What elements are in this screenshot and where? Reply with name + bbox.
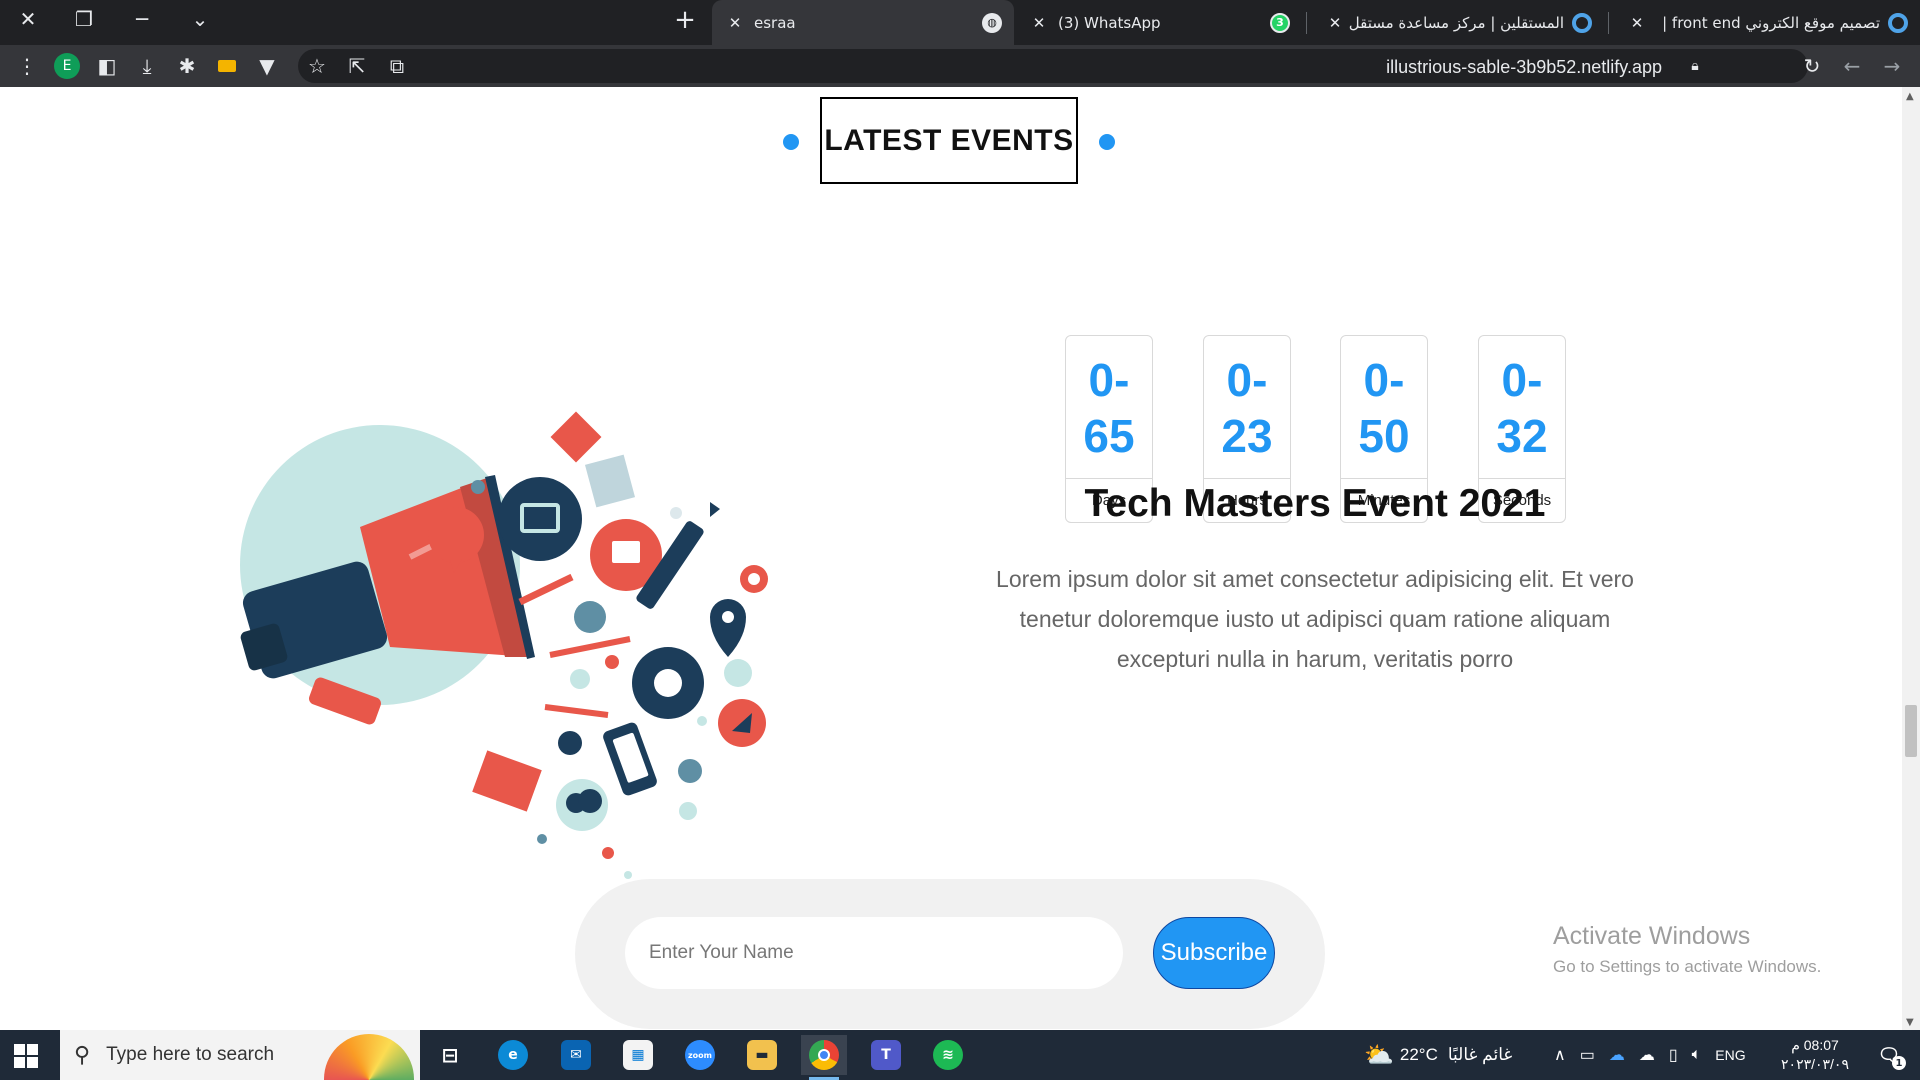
search-placeholder: Type here to search — [106, 1044, 275, 1065]
translate-icon[interactable]: ⧉ — [382, 51, 412, 81]
download-icon[interactable]: ⤓ — [132, 51, 162, 81]
page-viewport: LATEST EVENTS 0- 65 Days 0- 23 Hours 0- … — [0, 87, 1902, 1030]
title-decor-dot — [1099, 134, 1115, 150]
close-tab-icon[interactable]: ✕ — [724, 14, 746, 32]
mail-icon[interactable]: ✉ — [553, 1035, 599, 1075]
battery-icon[interactable]: ▭ — [1580, 1045, 1595, 1065]
close-tab-icon[interactable]: ✕ — [1626, 14, 1648, 32]
mostaql-icon — [1888, 12, 1908, 33]
taskbar-search[interactable]: ⚲ Type here to search — [60, 1030, 420, 1080]
tab-title: المستقلين | مركز مساعدة مستقل — [1348, 13, 1564, 32]
tab-whatsapp[interactable]: ✕ (3) WhatsApp 3 — [1016, 0, 1302, 45]
show-hidden-icons-chevron-icon[interactable]: ∧ — [1554, 1045, 1566, 1065]
weather-widget[interactable]: ⛅ 22°C غائم غالبًا — [1364, 1030, 1512, 1080]
task-view-icon[interactable]: ⊟ — [427, 1035, 473, 1075]
clock-time: 08:07 م — [1791, 1037, 1839, 1053]
countdown-value: 0- 23 — [1221, 354, 1273, 462]
bookmark-star-icon[interactable]: ☆ — [302, 51, 332, 81]
back-arrow-icon[interactable]: ← — [1837, 51, 1867, 81]
tab-separator — [1306, 12, 1307, 34]
cloudy-weather-icon: ⛅ — [1364, 1041, 1394, 1069]
windows-taskbar: ⚲ Type here to search ⊟ e ✉ ▦ zoom ▬ T ≋… — [0, 1030, 1920, 1080]
subscribe-button[interactable]: Subscribe — [1153, 917, 1275, 989]
close-tab-icon[interactable]: ✕ — [1028, 14, 1050, 32]
reload-icon[interactable]: ↻ — [1797, 51, 1827, 81]
browser-tab-bar: ✕ ❐ ─ ⌄ + ✕ esraa ◍ ✕ (3) WhatsApp 3 ✕ ا… — [0, 0, 1920, 45]
phone-link-icon[interactable]: ▯ — [1669, 1045, 1678, 1065]
title-decor-dot — [783, 134, 799, 150]
megaphone-illustration — [240, 411, 768, 879]
mostaql-icon — [1572, 12, 1592, 33]
url-text[interactable]: illustrious-sable-3b9b52.netlify.app — [1386, 57, 1662, 78]
profile-avatar[interactable]: E — [54, 53, 80, 79]
system-tray: ∧ ▭ ☁ ☁ ▯ 🔈︎ ENG — [1554, 1030, 1746, 1080]
taskbar-clock[interactable]: 08:07 م ٢٠٢٣/٠٣/٠٩ — [1770, 1036, 1860, 1074]
address-bar[interactable]: ☆ ⇱ ⧉ illustrious-sable-3b9b52.netlify.a… — [298, 49, 1808, 83]
chrome-icon[interactable] — [801, 1035, 847, 1080]
activate-windows-watermark: Activate Windows Go to Settings to activ… — [1553, 922, 1821, 977]
weather-temp: 22°C — [1399, 1045, 1438, 1064]
subscribe-form: Subscribe — [575, 879, 1325, 1029]
share-icon[interactable]: ⇱ — [342, 51, 372, 81]
weather-text: غائم غالبًا — [1447, 1045, 1513, 1064]
section-title: LATEST EVENTS — [820, 97, 1078, 184]
scroll-up-icon[interactable]: ▲ — [1906, 91, 1914, 102]
restore-window-button[interactable]: ❐ — [60, 0, 108, 38]
zoom-icon[interactable]: zoom — [677, 1035, 723, 1075]
search-icon: ⚲ — [74, 1042, 91, 1068]
whatsapp-icon: 3 — [1270, 12, 1290, 33]
tab-mostaql-project[interactable]: ✕ تصميم موقع الكتروني front end | — [1614, 0, 1920, 45]
notifications-icon[interactable]: 🗨︎ 1 — [1866, 1035, 1912, 1075]
page-scrollbar[interactable]: ▲ ▼ — [1902, 87, 1920, 1030]
watermark-line2: Go to Settings to activate Windows. — [1553, 957, 1822, 976]
microsoft-store-icon[interactable]: ▦ — [615, 1035, 661, 1075]
watermark-line1: Activate Windows — [1553, 922, 1751, 950]
lock-icon[interactable]: 🔒︎ — [1680, 51, 1710, 81]
event-description: Lorem ipsum dolor sit amet consectetur a… — [996, 566, 1634, 672]
file-explorer-icon[interactable]: ▬ — [739, 1035, 785, 1075]
teams-icon[interactable]: T — [863, 1035, 909, 1075]
tab-title: (3) WhatsApp — [1058, 13, 1161, 32]
close-tab-icon[interactable]: ✕ — [1324, 14, 1346, 32]
countdown-value: 0- 65 — [1083, 354, 1135, 462]
extension-badge-icon[interactable] — [212, 51, 242, 81]
volume-icon[interactable]: 🔈︎ — [1692, 1046, 1702, 1064]
scroll-down-icon[interactable]: ▼ — [1906, 1017, 1914, 1028]
edge-icon[interactable]: e — [490, 1035, 536, 1075]
tab-esraa[interactable]: ✕ esraa ◍ — [712, 0, 1014, 45]
browser-toolbar: ⋮ E ◧ ⤓ ✱ ▼ ☆ ⇱ ⧉ illustrious-sable-3b9b… — [0, 45, 1920, 87]
network-icon[interactable]: ☁ — [1639, 1045, 1655, 1065]
tab-title: esraa — [754, 13, 796, 32]
notification-count: 1 — [1892, 1056, 1906, 1070]
scrollbar-thumb[interactable] — [1905, 705, 1917, 757]
countdown-value: 0- 50 — [1358, 354, 1410, 462]
vue-devtools-icon[interactable]: ▼ — [252, 51, 282, 81]
language-indicator[interactable]: ENG — [1715, 1047, 1745, 1063]
tab-mostaql-help[interactable]: ✕ المستقلين | مركز مساعدة مستقل — [1312, 0, 1604, 45]
forward-arrow-icon[interactable]: → — [1877, 51, 1907, 81]
extensions-puzzle-icon[interactable]: ✱ — [172, 51, 202, 81]
rainbow-highlight-icon — [324, 1034, 414, 1080]
minimize-window-button[interactable]: ─ — [118, 0, 166, 38]
close-window-button[interactable]: ✕ — [4, 0, 52, 38]
name-input[interactable] — [625, 917, 1123, 989]
tab-title: تصميم موقع الكتروني front end | — [1662, 13, 1880, 32]
globe-icon: ◍ — [982, 12, 1002, 33]
tab-separator — [1608, 12, 1609, 34]
spotify-icon[interactable]: ≋ — [925, 1035, 971, 1075]
tab-search-chevron-icon[interactable]: ⌄ — [176, 0, 224, 38]
new-tab-button[interactable]: + — [665, 0, 705, 40]
menu-kebab-icon[interactable]: ⋮ — [12, 51, 42, 81]
side-panel-icon[interactable]: ◧ — [92, 51, 122, 81]
clock-date: ٢٠٢٣/٠٣/٠٩ — [1781, 1056, 1849, 1072]
onedrive-cloud-icon[interactable]: ☁ — [1609, 1045, 1625, 1065]
event-title: Tech Masters Event 2021 — [1084, 482, 1546, 525]
countdown-value: 0- 32 — [1496, 354, 1548, 462]
windows-start-icon[interactable] — [14, 1044, 38, 1068]
